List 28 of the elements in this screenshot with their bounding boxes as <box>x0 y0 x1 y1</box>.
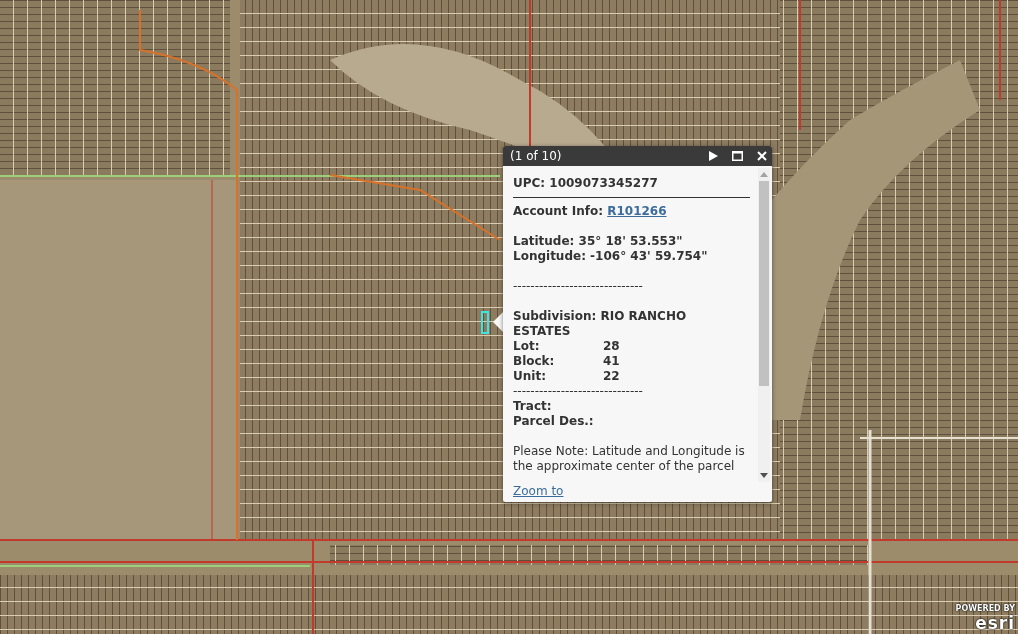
dashed-separator: ------------------------------ <box>513 384 644 399</box>
field-label: Lot: <box>513 339 541 354</box>
longitude-text: Longitude: -106° 43' 59.754" <box>513 249 709 264</box>
next-icon[interactable] <box>709 151 718 161</box>
maximize-icon[interactable] <box>732 151 743 161</box>
field-label: Parcel Des.: <box>513 414 594 428</box>
field-value: 41 <box>603 354 620 369</box>
attribution-logo[interactable]: esri <box>975 614 1015 632</box>
popup-counter: (1 of 10) <box>510 148 563 164</box>
note-text: Please Note: Latitude and Longitude is the approximate center of the parcel <box>513 444 746 474</box>
scrollbar[interactable] <box>758 168 770 482</box>
field-label: Unit: <box>513 369 547 384</box>
account-link[interactable]: R101266 <box>607 204 667 218</box>
powered-by-text: POWERED BY <box>955 604 1015 614</box>
field-label: Tract: <box>513 399 552 413</box>
scrollbar-thumb[interactable] <box>759 181 769 386</box>
dashed-separator: ------------------------------ <box>513 279 644 294</box>
field-value: 28 <box>603 339 620 354</box>
close-icon[interactable] <box>757 151 767 161</box>
zoom-to-link[interactable]: Zoom to <box>513 484 564 498</box>
scroll-down-icon[interactable] <box>760 473 768 478</box>
parcel-outline-icon <box>481 311 489 334</box>
field-label: Block: <box>513 354 556 369</box>
latitude-text: Latitude: 35° 18' 53.553" <box>513 234 684 249</box>
subdivision-text: Subdivision: RIO RANCHO ESTATES <box>513 309 688 339</box>
account-info-label: Account Info: <box>513 204 604 218</box>
upc-text: UPC: 1009073345277 <box>513 176 659 191</box>
field-value: 22 <box>603 369 620 384</box>
